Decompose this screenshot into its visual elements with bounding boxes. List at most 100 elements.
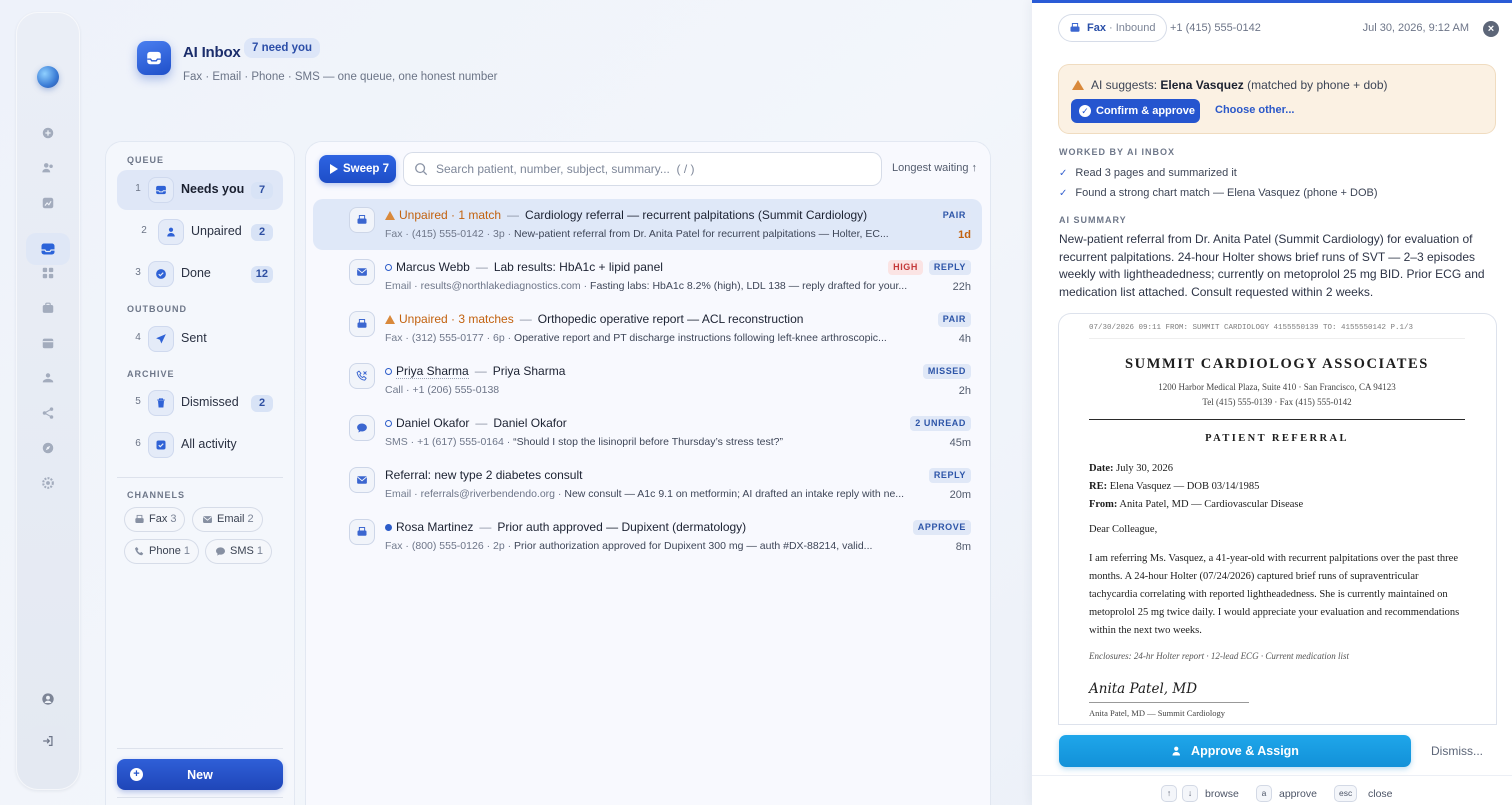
detail-header: Fax · Inbound +1 (415) 555-0142 Jul 30, … xyxy=(1059,15,1499,43)
plus-circle-icon[interactable] xyxy=(38,123,58,143)
phone-icon xyxy=(135,547,144,556)
row-status: Unpaired · 1 match xyxy=(399,208,502,222)
warning-icon xyxy=(1072,80,1084,90)
row-age: 8m xyxy=(955,541,971,553)
fax-transmission-header: 07/30/2026 09:11 FROM: SUMMIT CARDIOLOGY… xyxy=(1089,324,1465,339)
message-row[interactable]: Unpaired · 1 match — Cardiology referral —… xyxy=(313,199,982,250)
share-icon[interactable] xyxy=(38,403,58,423)
queue-item-needs-you[interactable]: 1 Needs you 7 xyxy=(117,170,283,210)
compass-icon[interactable] xyxy=(38,438,58,458)
choose-other-link[interactable]: Choose other... xyxy=(1215,104,1294,116)
logout-icon[interactable] xyxy=(30,726,66,756)
queue-item-key: 2 xyxy=(141,225,147,236)
row-preview: “Should I stop the lisinopril before Thu… xyxy=(513,436,783,448)
approve-assign-button[interactable]: Approve & Assign xyxy=(1059,735,1411,767)
channel-chip-fax[interactable]: Fax 3 xyxy=(125,508,185,531)
team-icon[interactable] xyxy=(38,368,58,388)
signature: Anita Patel, MD xyxy=(1089,681,1198,697)
message-list-panel: Sweep 7 Longest waiting ↑ Unpaired · 1 m… xyxy=(306,142,990,805)
briefcase-icon[interactable] xyxy=(38,298,58,318)
fax-document-preview[interactable]: 07/30/2026 09:11 FROM: SUMMIT CARDIOLOGY… xyxy=(1059,314,1496,724)
sort-dropdown[interactable]: Longest waiting ↑ xyxy=(892,162,977,174)
row-subject: Lab results: HbA1c + lipid panel xyxy=(493,260,663,274)
received-date: Jul 30, 2026, 9:12 AM xyxy=(1362,22,1469,34)
page-subtitle: Fax · Email · Phone · SMS — one queue, o… xyxy=(183,71,498,83)
unread-dot-icon xyxy=(385,420,392,427)
message-row[interactable]: Marcus Webb — Lab results: HbA1c + lipid p… xyxy=(313,251,982,302)
queue-item-key: 3 xyxy=(135,267,141,278)
dismiss-button[interactable]: Dismiss... xyxy=(1431,744,1483,758)
queue-item-label: All activity xyxy=(181,437,237,451)
account-icon[interactable] xyxy=(38,689,58,709)
row-age: 2h xyxy=(958,385,971,397)
inbox-nav-icon[interactable] xyxy=(26,233,70,265)
apps-icon[interactable] xyxy=(38,263,58,283)
queue-item-key: 6 xyxy=(135,438,141,449)
row-channel: Fax xyxy=(385,540,403,552)
check-icon xyxy=(149,262,173,286)
row-tag: PAIR xyxy=(937,208,971,223)
message-row[interactable]: Priya Sharma — Priya Sharma Call · +1 (206… xyxy=(313,355,982,406)
queue-item-unpaired[interactable]: 2 Unpaired 2 xyxy=(117,212,283,252)
message-row[interactable]: Daniel Okafor — Daniel Okafor SMS · +1 (61… xyxy=(313,407,982,458)
message-row[interactable]: Unpaired · 3 matches — Orthopedic operativ… xyxy=(313,303,982,354)
row-name: Marcus Webb xyxy=(396,260,470,274)
channel-chip-email[interactable]: Email 2 xyxy=(193,508,262,531)
meta-value: Anita Patel, MD — Cardiovascular Disease xyxy=(1117,499,1304,510)
queue-item-label: Sent xyxy=(181,331,207,345)
calendar-icon[interactable] xyxy=(38,333,58,353)
row-contact: +1 (617) 555-0164 xyxy=(417,436,504,448)
confirm-approve-button[interactable]: ✓ Confirm & approve xyxy=(1071,99,1200,123)
row-subject: Referral: new type 2 diabetes consult xyxy=(385,468,583,482)
row-contact: +1 (206) 555-0138 xyxy=(412,384,500,396)
chart-icon[interactable] xyxy=(38,193,58,213)
row-subject: Daniel Okafor xyxy=(493,416,567,430)
new-button[interactable]: + New xyxy=(117,759,283,790)
salutation: Dear Colleague, xyxy=(1089,524,1158,535)
worked-item: ✓ Read 3 pages and summarized it xyxy=(1059,167,1237,179)
channel-chip-sms[interactable]: SMS 1 xyxy=(206,540,271,563)
meta-label: From: xyxy=(1089,499,1118,510)
queue-item-sent[interactable]: 4 Sent xyxy=(117,319,283,359)
sweep-button[interactable]: Sweep 7 xyxy=(319,155,396,183)
queue-item-all-activity[interactable]: 6 All activity xyxy=(117,425,283,465)
user-icon xyxy=(159,220,183,244)
chat-icon xyxy=(350,416,374,440)
users-icon[interactable] xyxy=(38,158,58,178)
queue-item-done[interactable]: 3 Done 12 xyxy=(117,254,283,294)
meta-label: Date: xyxy=(1089,463,1114,474)
key-up: ↑ xyxy=(1162,786,1176,801)
search-input[interactable] xyxy=(436,153,866,185)
user-plus-icon xyxy=(1172,746,1181,756)
sweep-label: Sweep 7 xyxy=(343,163,390,175)
row-status: Unpaired · 3 matches xyxy=(399,312,514,326)
queue-item-dismissed[interactable]: 5 Dismissed 2 xyxy=(117,383,283,423)
close-icon[interactable]: × xyxy=(1483,21,1499,37)
row-age: 4h xyxy=(958,333,971,345)
divider xyxy=(117,477,283,478)
row-preview: New consult — A1c 9.1 on metformin; AI d… xyxy=(564,488,905,500)
settings-icon[interactable] xyxy=(38,473,58,493)
message-row[interactable]: Referral: new type 2 diabetes consult Em… xyxy=(313,459,982,510)
row-tag: REPLY xyxy=(928,468,971,483)
sender-phone: +1 (415) 555-0142 xyxy=(1170,22,1261,34)
profile-orb-icon[interactable] xyxy=(37,66,59,88)
suggest-prefix: AI suggests: xyxy=(1091,78,1161,92)
row-pages: 6p xyxy=(493,332,505,344)
message-row[interactable]: Rosa Martinez — Prior auth approved — Dupi… xyxy=(313,511,982,562)
mail-icon xyxy=(350,260,374,284)
search-icon xyxy=(415,163,428,176)
queue-item-count: 2 xyxy=(251,395,273,412)
channel-direction: · Inbound xyxy=(1109,22,1156,34)
channel-chip-phone[interactable]: Phone 1 xyxy=(125,540,198,563)
checkbox-icon xyxy=(149,433,173,457)
row-age: 22h xyxy=(952,281,971,293)
channel-label: Phone xyxy=(149,545,181,557)
queue-item-key: 1 xyxy=(135,183,141,194)
row-channel: Call xyxy=(385,384,404,396)
key-down: ↓ xyxy=(1183,786,1197,801)
check-icon: ✓ xyxy=(1059,188,1068,199)
enclosures: Enclosures: 24-hr Holter report · 12-lea… xyxy=(1089,651,1349,661)
row-contact: (312) 555-0177 xyxy=(411,332,484,344)
row-channel: SMS xyxy=(385,436,408,448)
